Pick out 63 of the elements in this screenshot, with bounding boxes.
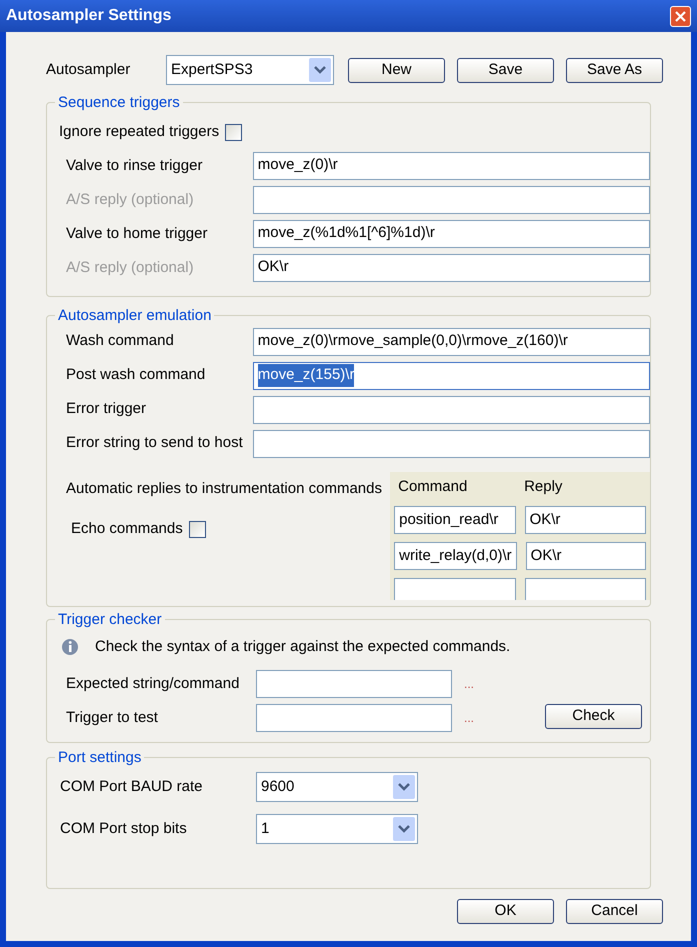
field-value: write_relay(d,0)\r (399, 546, 512, 566)
chevron-down-icon (309, 58, 331, 82)
field-value: move_z(0)\r (258, 155, 338, 176)
info-icon (61, 638, 79, 656)
field-value: OK\r (530, 546, 562, 566)
checkbox[interactable] (188, 520, 206, 538)
push-button[interactable]: New (348, 58, 445, 82)
input-field[interactable] (394, 578, 516, 600)
field-label: Wash command (66, 331, 175, 352)
field-label: Autosampler (46, 60, 132, 80)
field-label: A/S reply (optional) (66, 258, 195, 278)
field-label: Automatic replies to instrumentation commands (66, 478, 383, 498)
field-label: Post wash command (66, 365, 206, 386)
column-header: Command (397, 476, 468, 496)
field-value: position_read\r (399, 510, 498, 530)
dropdown[interactable]: 1 (256, 814, 418, 844)
input-field[interactable]: move_z(0)\rmove_sample(0,0)\rmove_z(160)\r (252, 328, 650, 356)
chevron-down-icon (393, 775, 415, 799)
field-label: Expected string/command (66, 674, 240, 694)
input-field[interactable] (252, 186, 650, 214)
input-field[interactable]: move_z(%1d%1[^6]%1d)\r (252, 220, 650, 248)
column-header: Reply (523, 476, 564, 496)
checkbox[interactable] (225, 124, 242, 141)
field-label: Valve to rinse trigger (66, 156, 204, 176)
push-button[interactable]: Check (545, 704, 642, 728)
input-field[interactable]: position_read\r (394, 506, 516, 534)
push-button[interactable]: Save As (566, 58, 663, 82)
close-icon (675, 10, 686, 22)
input-field[interactable] (252, 396, 650, 424)
push-button[interactable]: Cancel (566, 899, 663, 924)
field-label: A/S reply (optional) (66, 190, 195, 210)
field-value: move_z(%1d%1[^6]%1d)\r (258, 223, 435, 244)
input-field[interactable] (256, 670, 452, 698)
field-value: OK\r (258, 257, 289, 278)
field-label: Valve to home trigger (66, 224, 208, 244)
field-label: Error trigger (66, 399, 148, 420)
field-label: Error string to send to host (66, 433, 244, 454)
field-value: move_z(0)\rmove_sample(0,0)\rmove_z(160)\r (258, 331, 568, 352)
dropdown[interactable]: 9600 (256, 772, 418, 802)
input-field[interactable]: OK\r (526, 542, 646, 570)
input-field[interactable] (256, 704, 452, 732)
field-label: Trigger to test (66, 708, 159, 728)
input-field[interactable] (524, 578, 646, 600)
input-field[interactable] (252, 430, 650, 458)
ellipsis-button[interactable]: ... (464, 675, 474, 693)
field-value: OK\r (530, 510, 560, 530)
input-field[interactable]: move_z(155)\r (252, 362, 650, 390)
input-field[interactable]: write_relay(d,0)\r (394, 542, 517, 570)
chevron-down-icon (393, 817, 415, 841)
info-text: Check the syntax of a trigger against the expected commands. (95, 636, 510, 656)
push-button[interactable]: Save (457, 58, 554, 82)
input-field[interactable]: OK\r (524, 506, 646, 534)
field-label: COM Port BAUD rate (60, 776, 204, 797)
field-label: COM Port stop bits (60, 818, 188, 839)
dropdown[interactable]: ExpertSPS3 (166, 55, 334, 85)
close-button[interactable] (670, 6, 691, 26)
input-field[interactable]: move_z(0)\r (252, 152, 650, 180)
window-title: Autosampler Settings (6, 6, 172, 26)
push-button[interactable]: OK (457, 899, 554, 924)
field-value: move_z(155)\r (258, 364, 354, 387)
ellipsis-button[interactable]: ... (464, 709, 474, 727)
field-label: Ignore repeated triggers (59, 122, 220, 142)
field-label: Echo commands (71, 519, 183, 539)
